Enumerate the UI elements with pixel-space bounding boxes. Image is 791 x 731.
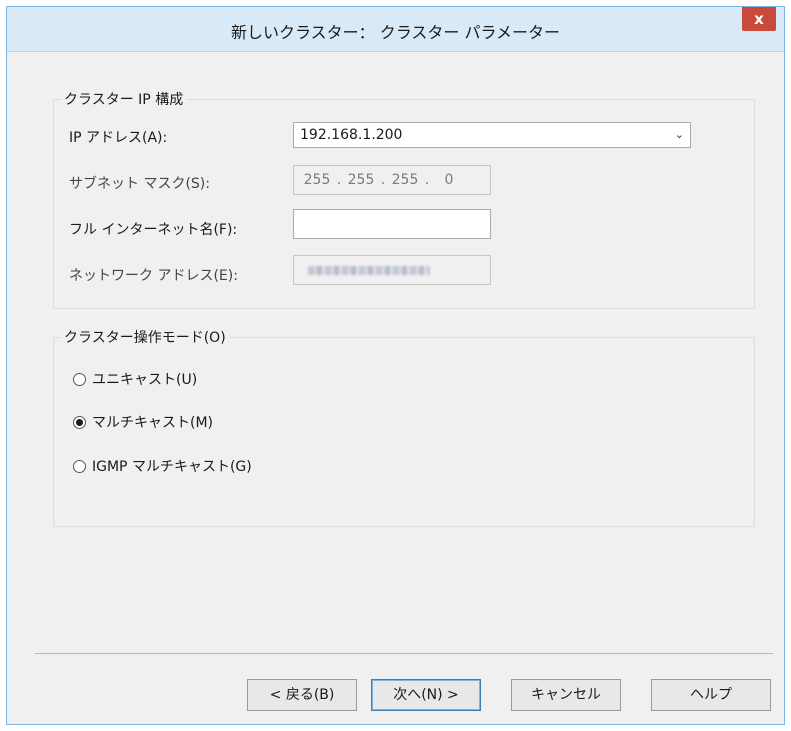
radio-igmp-multicast-label: IGMP マルチキャスト(G) <box>92 459 252 475</box>
radio-unicast[interactable]: ユニキャスト(U) <box>73 369 197 389</box>
ip-address-label: IP アドレス(A): <box>69 130 168 146</box>
subnet-octet-2: 255 <box>347 172 375 188</box>
cluster-ip-legend: クラスター IP 構成 <box>61 89 187 109</box>
redacted-network-address <box>308 266 430 275</box>
radio-button[interactable] <box>73 372 86 386</box>
full-internet-name-label: フル インターネット名(F): <box>69 222 238 238</box>
ip-address-value: 192.168.1.200 <box>300 127 403 143</box>
subnet-octet-3: 255 <box>391 172 419 188</box>
full-internet-name-input[interactable] <box>293 209 491 239</box>
subnet-octet-1: 255 <box>303 172 331 188</box>
window-title: 新しいクラスター： クラスター パラメーター <box>230 23 561 42</box>
next-button[interactable]: 次へ(N) > <box>371 679 481 711</box>
ip-address-select[interactable]: 192.168.1.200 ⌄ <box>293 122 691 148</box>
title-bar: 新しいクラスター： クラスター パラメーター x <box>7 7 784 52</box>
radio-multicast[interactable]: マルチキャスト(M) <box>73 412 213 432</box>
close-button[interactable]: x <box>742 7 776 31</box>
radio-button-selected[interactable] <box>73 415 86 429</box>
cancel-button[interactable]: キャンセル <box>511 679 621 711</box>
network-address-label: ネットワーク アドレス(E): <box>69 268 238 284</box>
chevron-down-icon: ⌄ <box>674 128 684 141</box>
subnet-octet-4: 0 <box>444 172 454 188</box>
radio-igmp-multicast[interactable]: IGMP マルチキャスト(G) <box>73 456 252 476</box>
footer-divider <box>35 653 773 654</box>
dialog-window: 新しいクラスター： クラスター パラメーター x クラスター IP 構成 IP … <box>6 6 785 725</box>
operation-mode-group <box>53 337 755 527</box>
operation-mode-legend: クラスター操作モード(O) <box>61 327 229 347</box>
help-button[interactable]: ヘルプ <box>651 679 771 711</box>
subnet-mask-field: 255. 255. 255. 0 <box>293 165 491 195</box>
back-button[interactable]: < 戻る(B) <box>247 679 357 711</box>
network-address-field <box>293 255 491 285</box>
subnet-mask-label: サブネット マスク(S): <box>69 176 210 192</box>
radio-unicast-label: ユニキャスト(U) <box>92 372 198 388</box>
radio-multicast-label: マルチキャスト(M) <box>92 415 214 431</box>
radio-button[interactable] <box>73 459 86 473</box>
